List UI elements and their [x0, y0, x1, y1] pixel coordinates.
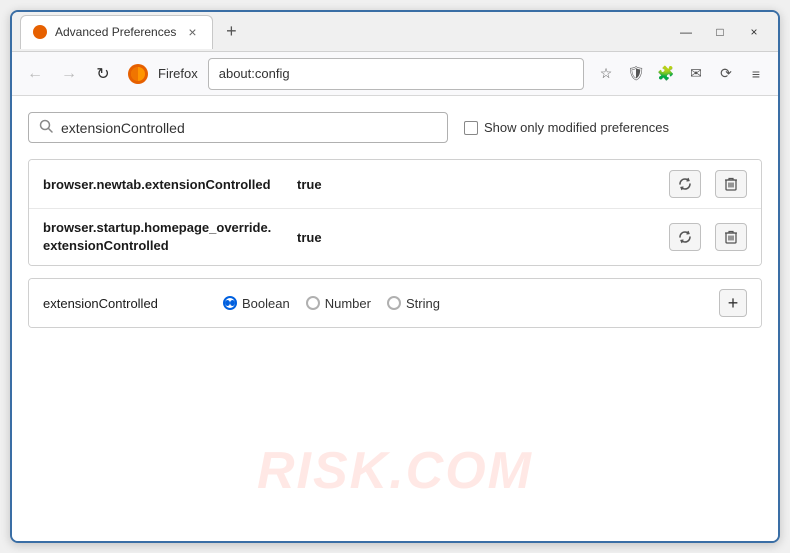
reload-button[interactable]: ↻ — [88, 59, 118, 89]
pref-value-1: true — [297, 177, 322, 192]
forward-icon: → — [61, 65, 77, 83]
tab-title: Advanced Preferences — [55, 25, 176, 39]
radio-string[interactable]: String — [387, 296, 440, 311]
firefox-label: Firefox — [158, 66, 198, 81]
search-box[interactable] — [28, 112, 448, 143]
radio-string-label: String — [406, 296, 440, 311]
back-icon: ← — [27, 65, 43, 83]
modified-label: Show only modified preferences — [484, 120, 669, 135]
radio-boolean-circle[interactable] — [223, 296, 237, 310]
search-icon — [39, 119, 53, 136]
table-row: browser.newtab.extensionControlled true — [29, 160, 761, 209]
email-button[interactable]: ✉ — [682, 60, 710, 88]
radio-number-label: Number — [325, 296, 371, 311]
new-pref-name: extensionControlled — [43, 296, 203, 311]
pref-value-2: true — [297, 230, 322, 245]
tab-close-button[interactable]: × — [184, 24, 200, 40]
nav-bar: ← → ↻ Firefox about:config ☆ 🛡 🧩 ✉ ⟳ ≡ — [12, 52, 778, 96]
pref-name-1: browser.newtab.extensionControlled — [43, 177, 283, 192]
menu-button[interactable]: ≡ — [742, 60, 770, 88]
reset-button-2[interactable] — [669, 223, 701, 251]
watermark: RISK.COM — [257, 441, 533, 501]
modified-checkbox[interactable] — [464, 121, 478, 135]
window-controls: — □ × — [670, 18, 770, 46]
back-button[interactable]: ← — [20, 59, 50, 89]
address-text: about:config — [219, 66, 290, 81]
delete-button-1[interactable] — [715, 170, 747, 198]
nav-icons: ☆ 🛡 🧩 ✉ ⟳ ≡ — [592, 60, 770, 88]
minimize-button[interactable]: — — [670, 18, 702, 46]
radio-boolean[interactable]: Boolean — [223, 296, 290, 311]
browser-window: Advanced Preferences × + — □ × ← → ↻ Fir… — [10, 10, 780, 543]
pref-name-2: browser.startup.homepage_override. exten… — [43, 219, 283, 255]
delete-button-2[interactable] — [715, 223, 747, 251]
bookmark-button[interactable]: ☆ — [592, 60, 620, 88]
reset-button-1[interactable] — [669, 170, 701, 198]
title-bar: Advanced Preferences × + — □ × — [12, 12, 778, 52]
search-row: Show only modified preferences — [28, 112, 762, 143]
firefox-logo — [126, 62, 150, 86]
new-pref-row: extensionControlled Boolean Number — [29, 279, 761, 327]
radio-number[interactable]: Number — [306, 296, 371, 311]
address-bar[interactable]: about:config — [208, 58, 584, 90]
new-tab-button[interactable]: + — [217, 18, 245, 46]
forward-button[interactable]: → — [54, 59, 84, 89]
type-radio-group: Boolean Number String — [223, 296, 699, 311]
tab-favicon — [33, 25, 47, 39]
page-content: RISK.COM Show only modified preferences — [12, 96, 778, 541]
sync-button[interactable]: ⟳ — [712, 60, 740, 88]
extensions-button[interactable]: 🧩 — [652, 60, 680, 88]
modified-filter-row: Show only modified preferences — [464, 120, 669, 135]
table-row: browser.startup.homepage_override. exten… — [29, 209, 761, 265]
close-button[interactable]: × — [738, 18, 770, 46]
maximize-button[interactable]: □ — [704, 18, 736, 46]
reload-icon: ↻ — [96, 64, 109, 84]
radio-boolean-label: Boolean — [242, 296, 290, 311]
add-preference-button[interactable]: + — [719, 289, 747, 317]
preferences-table: browser.newtab.extensionControlled true — [28, 159, 762, 266]
radio-string-circle[interactable] — [387, 296, 401, 310]
browser-tab[interactable]: Advanced Preferences × — [20, 15, 213, 49]
search-input[interactable] — [61, 120, 437, 136]
radio-number-circle[interactable] — [306, 296, 320, 310]
shield-button[interactable]: 🛡 — [622, 60, 650, 88]
new-preference-table: extensionControlled Boolean Number — [28, 278, 762, 328]
